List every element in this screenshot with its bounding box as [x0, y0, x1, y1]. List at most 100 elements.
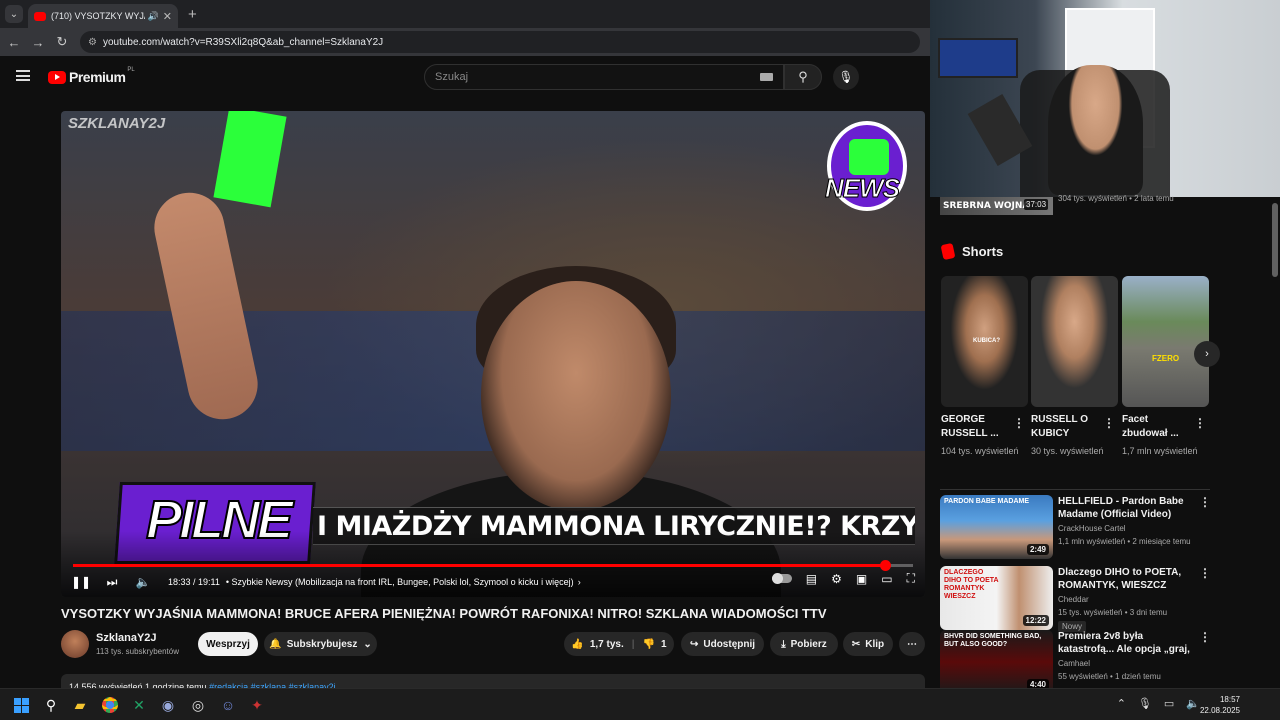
microphone-tray-icon[interactable]: 🎙 — [1138, 697, 1152, 710]
green-card — [213, 111, 287, 208]
address-bar[interactable]: ⚙ youtube.com/watch?v=R39SXli2q8Q&ab_cha… — [80, 31, 920, 53]
chapter-title[interactable]: • Szybkie Newsy (Mobilizacja na front IR… — [226, 577, 574, 587]
more-actions-button[interactable]: ⋯ — [899, 632, 925, 656]
obs-icon[interactable]: ◎ — [188, 695, 208, 715]
video-thumbnail: DLACZEGO DIHO TO POETA ROMANTYK WIESZCZ … — [940, 566, 1053, 630]
browser-tab[interactable]: (710) VYSOTZKY WYJAŚNIA 🔊 ✕ — [28, 4, 178, 28]
subscribed-button[interactable]: 🔔 Subskrybujesz ⌄ — [264, 632, 377, 656]
menu-icon[interactable] — [16, 70, 30, 81]
short-views: 1,7 mln wyświetleń — [1122, 446, 1198, 456]
site-info-icon[interactable]: ⚙ — [88, 37, 97, 48]
more-vertical-icon[interactable]: ⋮ — [1199, 566, 1211, 580]
channel-name[interactable]: CrackHouse Cartel — [1058, 524, 1126, 533]
channel-avatar[interactable] — [61, 630, 89, 658]
channel-name[interactable]: Camhael — [1058, 659, 1090, 668]
youtube-favicon-icon — [34, 11, 46, 21]
chevron-up-icon[interactable]: ⌃ — [1117, 697, 1126, 710]
channel-name[interactable]: Cheddar — [1058, 595, 1089, 604]
chevron-right-icon[interactable]: › — [578, 577, 581, 587]
recommended-video[interactable]: DLACZEGO DIHO TO POETA ROMANTYK WIESZCZ … — [940, 566, 1211, 632]
youtube-header: Premium PL Szukaj ⚲ 🎙 — [0, 56, 930, 98]
tab-audio-icon[interactable]: 🔊 — [148, 11, 159, 22]
miniplayer-icon[interactable]: ▣ — [856, 572, 867, 586]
recommended-video[interactable]: BHVR DID SOMETHING BAD, BUT ALSO GOOD? 4… — [940, 630, 1211, 694]
shorts-heading: Shorts — [940, 242, 1003, 261]
settings-gear-icon[interactable]: ⚙ — [831, 572, 842, 586]
short-views: 30 tys. wyświetleń — [1031, 446, 1104, 456]
clip-button[interactable]: ✂ Klip — [843, 632, 893, 656]
subscriber-count: 113 tys. subskrybentów — [96, 647, 180, 656]
share-label: Udostępnij — [703, 638, 756, 650]
steam-icon[interactable]: ◉ — [158, 695, 178, 715]
like-dislike-group: 👍 1,7 tys. | 👎 1 — [564, 632, 674, 656]
divider — [940, 489, 1210, 490]
pause-icon[interactable]: ❚❚ — [70, 575, 92, 589]
channel-row: SzklanaY2J 113 tys. subskrybentów Wesprz… — [61, 630, 925, 660]
fullscreen-icon[interactable]: ⛶ — [907, 571, 915, 586]
next-icon[interactable]: ⏭ — [101, 575, 123, 590]
youtube-logo[interactable]: Premium PL — [48, 67, 135, 85]
search-placeholder: Szukaj — [435, 71, 469, 83]
app-icon[interactable]: ✦ — [247, 695, 267, 715]
dislike-button[interactable]: 👎 1 — [643, 639, 667, 650]
thumbs-down-icon: 👎 — [642, 638, 656, 650]
dislike-count: 1 — [661, 638, 667, 650]
time-display: 18:33 / 19:11 — [168, 577, 220, 587]
sidebar-thumbnail-text: SREBRNA WOJNA — [943, 201, 1030, 211]
video-title: Premiera 2v8 była katastrofą... Ale opcj… — [1058, 631, 1190, 655]
tab-search-button[interactable]: ⌄ — [5, 5, 23, 23]
video-title: VYSOTZKY WYJAŚNIA MAMMONA! BRUCE AFERA P… — [61, 606, 827, 621]
recommended-video[interactable]: PARDON BABE MADAME 2:49 HELLFIELD - Pard… — [940, 495, 1211, 559]
theater-mode-icon[interactable]: ▭ — [881, 572, 892, 586]
more-vertical-icon[interactable]: ⋮ — [1103, 416, 1115, 430]
speaker-icon[interactable]: 🔈 — [1186, 697, 1200, 710]
video-meta: 55 wyświetleń • 1 dzień temu — [1058, 672, 1161, 681]
file-explorer-icon[interactable]: ▰ — [70, 695, 90, 715]
like-button[interactable]: 👍 1,7 tys. — [571, 639, 623, 650]
more-vertical-icon[interactable]: ⋮ — [1194, 416, 1206, 430]
more-vertical-icon[interactable]: ⋮ — [1199, 630, 1211, 644]
duration-badge: 37:03 — [1024, 199, 1049, 210]
windows-start-icon[interactable] — [11, 695, 31, 715]
search-input[interactable]: Szukaj — [424, 64, 784, 90]
keyboard-icon[interactable] — [760, 73, 773, 81]
short-item[interactable]: RUSSELL O KUBICY 30 tys. wyświetleń ⋮ — [1031, 276, 1118, 458]
share-button[interactable]: ↪ Udostępnij — [681, 632, 764, 656]
subtitles-icon[interactable]: ▤ — [806, 572, 817, 586]
duration-badge: 12:22 — [1022, 615, 1049, 626]
short-item[interactable]: KUBICA? GEORGE RUSSELL ... 104 tys. wyśw… — [941, 276, 1028, 458]
new-tab-button[interactable]: + — [188, 6, 197, 23]
back-button[interactable]: ← — [2, 35, 26, 50]
support-button[interactable]: Wesprzyj — [198, 632, 258, 656]
thumbnail-text: BHVR DID SOMETHING BAD, BUT ALSO GOOD? — [944, 633, 1042, 648]
autoplay-toggle[interactable] — [771, 573, 792, 584]
share-icon: ↪ — [689, 638, 699, 650]
taskbar-clock[interactable]: 18:57 22.08.2025 — [1200, 694, 1240, 716]
volume-icon[interactable]: 🔈 — [132, 575, 154, 589]
forward-button[interactable]: → — [26, 35, 50, 50]
voice-search-icon[interactable]: 🎙 — [833, 64, 859, 90]
channel-name[interactable]: SzklanaY2J — [96, 632, 157, 644]
search-taskbar-icon[interactable]: ⚲ — [41, 695, 61, 715]
shorts-next-button[interactable]: › — [1194, 341, 1220, 367]
more-vertical-icon[interactable]: ⋮ — [1199, 495, 1211, 509]
bell-icon: 🔔 — [269, 638, 282, 650]
progress-bar[interactable] — [73, 560, 913, 571]
reload-button[interactable]: ↻ — [50, 34, 74, 50]
discord-icon[interactable]: ☺ — [218, 695, 238, 715]
subscribed-label: Subskrybujesz — [286, 638, 358, 650]
short-title: GEORGE RUSSELL ... — [941, 414, 999, 439]
excel-icon[interactable]: ✕ — [129, 695, 149, 715]
page-scrollbar[interactable] — [1270, 197, 1280, 688]
video-player[interactable]: SZKLANAY2J NEWS PILNE I MIAŻDŻY MAMMONA … — [61, 111, 925, 597]
video-title: Dlaczego DIHO to POETA, ROMANTYK, WIESZC… — [1058, 567, 1182, 591]
scrollbar-thumb[interactable] — [1272, 203, 1278, 277]
more-vertical-icon[interactable]: ⋮ — [1013, 416, 1025, 430]
chrome-icon[interactable] — [100, 695, 120, 715]
tab-close-icon[interactable]: ✕ — [163, 10, 172, 23]
short-item[interactable]: FZERO Facet zbudował ... 1,7 mln wyświet… — [1122, 276, 1209, 458]
search-button[interactable]: ⚲ — [784, 64, 822, 90]
download-button[interactable]: ⤓ Pobierz — [770, 632, 838, 656]
sidebar-video-partial[interactable]: SREBRNA WOJNA 37:03 304 tys. wyświetleń … — [940, 194, 1210, 215]
network-icon[interactable]: ▭ — [1164, 697, 1174, 710]
